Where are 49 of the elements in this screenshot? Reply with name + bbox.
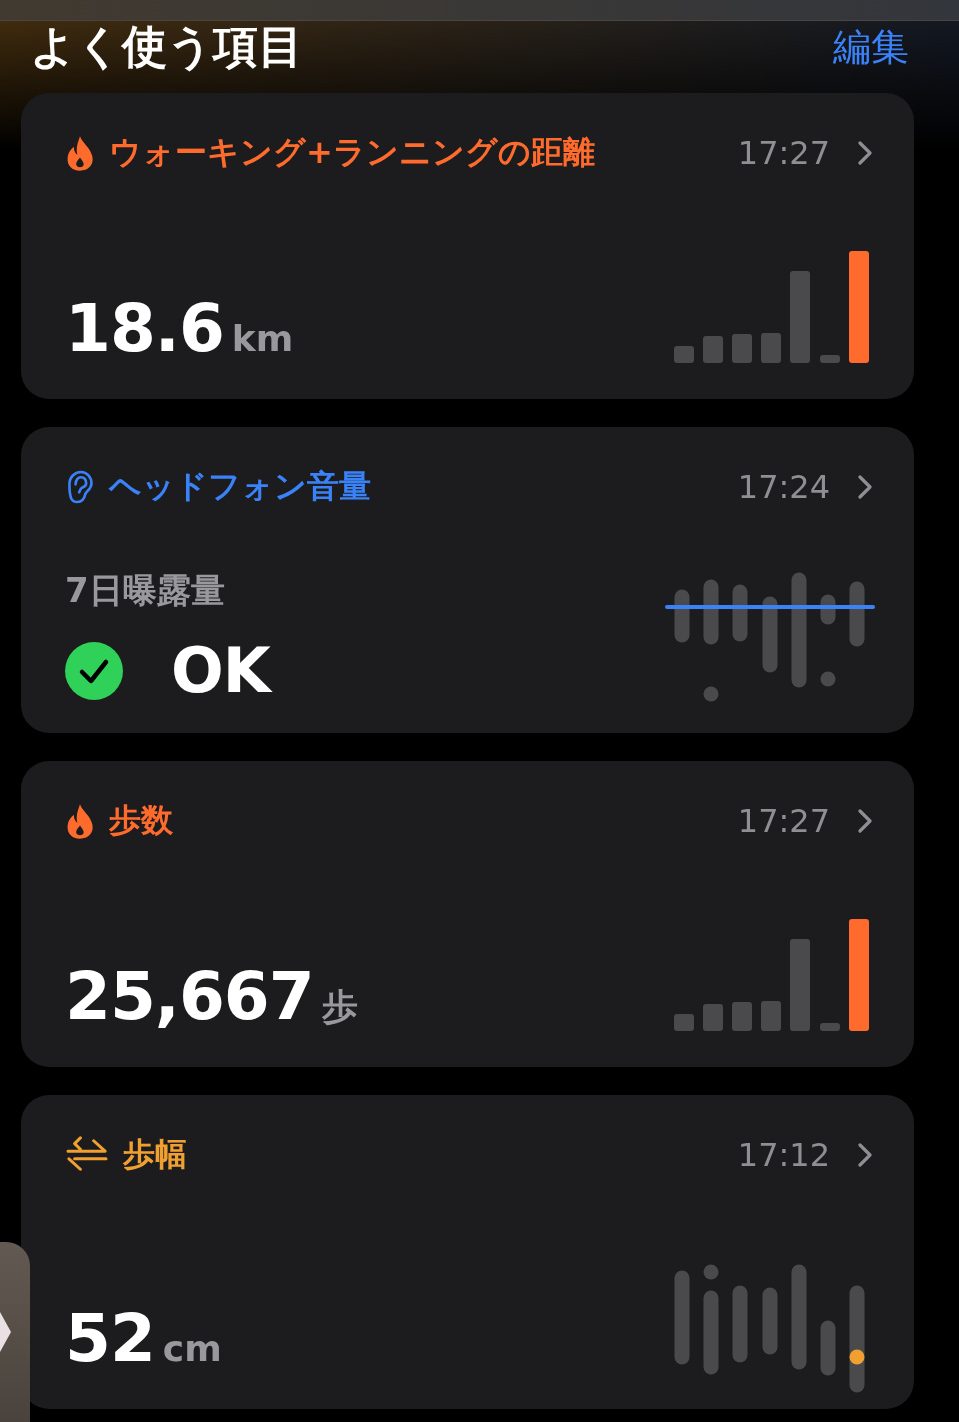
card-time: 17:27 (737, 134, 830, 172)
side-tab[interactable] (0, 1242, 30, 1422)
chart-dot (820, 671, 836, 687)
range-bar (703, 579, 719, 645)
chart-dot (703, 686, 719, 702)
chart-bar (703, 336, 723, 363)
health-card[interactable]: 歩幅 17:12 52 cm (21, 1095, 914, 1409)
value-unit: cm (162, 1328, 222, 1369)
chart-bar (674, 1014, 694, 1031)
value-unit: 歩 (321, 985, 358, 1029)
value-unit: km (231, 318, 294, 359)
range-bar (674, 589, 690, 643)
section-title: よく使う項目 (30, 19, 303, 75)
health-card[interactable]: 歩数 17:27 25,667 歩 (21, 761, 914, 1067)
chevron-icon (858, 809, 872, 833)
chart-bar (732, 334, 752, 363)
chart-bar (761, 333, 781, 363)
range-bar (732, 584, 748, 642)
chart-bar (820, 355, 840, 363)
card-subtitle: 7日曝露量 (65, 569, 226, 612)
card-time: 17:24 (737, 468, 830, 506)
chart-bar (820, 1023, 840, 1031)
card-title: 歩幅 (123, 1134, 188, 1175)
range-bar (762, 1287, 778, 1355)
card-title: ヘッドフォン音量 (109, 466, 372, 507)
chart-bar (732, 1002, 752, 1031)
chart-bar (761, 1001, 781, 1031)
chevron-icon (858, 1143, 872, 1167)
card-value: 25,667 (65, 958, 314, 1035)
chart-dot (703, 1264, 719, 1280)
card-time: 17:27 (737, 802, 830, 840)
range-bar (849, 581, 865, 647)
check-icon (65, 641, 123, 700)
health-card[interactable]: ヘッドフォン音量 17:24 7日曝露量 OK (21, 427, 914, 733)
range-bar (820, 594, 836, 625)
edit-link[interactable]: 編集 (833, 21, 909, 73)
health-card[interactable]: ウォーキング+ランニングの距離 17:27 18.6 km (21, 93, 914, 399)
card-title: ウォーキング+ランニングの距離 (109, 132, 596, 173)
chart-dot (849, 1349, 865, 1365)
card-value: 52 (65, 1300, 155, 1377)
card-title: 歩数 (109, 800, 174, 841)
chevron-icon (858, 141, 872, 165)
card-value: 18.6 (65, 290, 224, 367)
chart-bar (703, 1004, 723, 1031)
chevron-icon (0, 1312, 12, 1352)
chart-bar (674, 346, 694, 363)
chevron-icon (858, 475, 872, 499)
range-bar (820, 1320, 836, 1376)
card-time: 17:12 (737, 1136, 830, 1174)
